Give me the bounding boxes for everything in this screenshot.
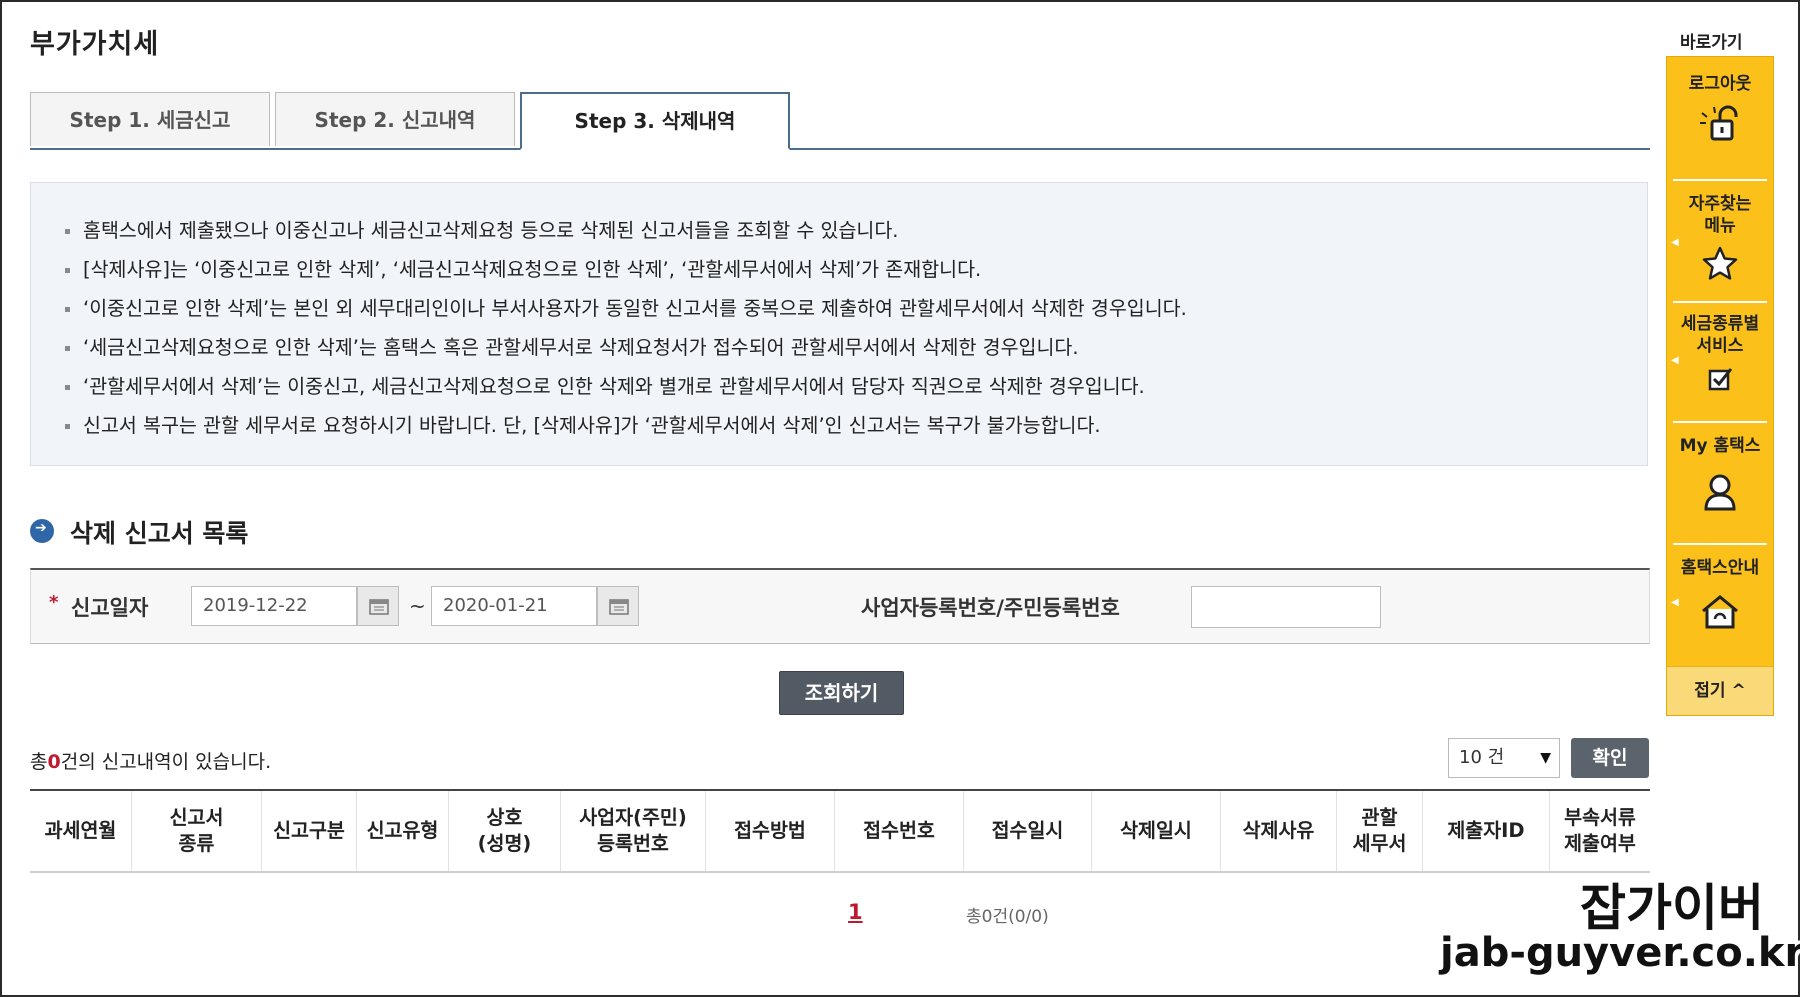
quick-menu-divider [1673, 421, 1767, 423]
col-header: 신고서 종류 [132, 791, 262, 871]
date-from-input[interactable]: 2019-12-22 [191, 586, 357, 626]
search-button[interactable]: 조회하기 [779, 671, 904, 715]
page-link-current[interactable]: 1 [848, 900, 863, 924]
col-header: 접수번호 [835, 791, 964, 871]
tab-step3-active[interactable]: Step 3. 삭제내역 [520, 92, 790, 150]
col-header: 삭제일시 [1092, 791, 1221, 871]
confirm-button[interactable]: 확인 [1571, 738, 1649, 778]
page-size-select[interactable]: 10 건 ▼ [1448, 738, 1560, 778]
quick-menu-divider [1673, 179, 1767, 181]
result-count: 총0건의 신고내역이 있습니다. [30, 747, 271, 774]
page-size-value: 10 건 [1459, 747, 1505, 768]
caret-left-icon: ◀ [1671, 355, 1679, 366]
col-header: 상호 (성명) [449, 791, 561, 871]
quick-menu-favorites[interactable]: 자주찾는 메뉴 [1667, 193, 1773, 281]
pagination-total: 총0건(0/0) [966, 907, 1049, 927]
info-item: ‘세금신고삭제요청으로 인한 삭제’는 홈택스 혹은 관할세무서로 삭제요청서가… [65, 328, 1647, 367]
checkbox-icon [1708, 368, 1733, 391]
col-header: 제출자ID [1423, 791, 1550, 871]
dropdown-arrow-icon: ▼ [1540, 750, 1551, 766]
quick-menu-tax-services[interactable]: 세금종류별 서비스 [1667, 313, 1773, 393]
search-panel: * 신고일자 2019-12-22 ~ 2020-01-21 사업자등록번호/주… [30, 568, 1650, 644]
quick-menu-logout[interactable]: 로그아웃 [1667, 73, 1773, 149]
info-item: ‘이중신고로 인한 삭제’는 본인 외 세무대리인이나 부서사용자가 동일한 신… [65, 289, 1647, 328]
calendar-icon [609, 599, 629, 615]
col-header: 접수일시 [964, 791, 1092, 871]
col-header: 삭제사유 [1221, 791, 1337, 871]
required-mark: * [49, 592, 59, 613]
biz-number-label: 사업자등록번호/주민등록번호 [861, 596, 1120, 620]
step-tabs: Step 1. 세금신고 Step 2. 신고내역 Step 3. 삭제내역 [30, 92, 1650, 150]
info-box: 홈택스에서 제출됐으나 이중신고나 세금신고삭제요청 등으로 삭제된 신고서들을… [30, 182, 1648, 466]
col-header: 관할 세무서 [1337, 791, 1423, 871]
quick-menu-guide[interactable]: 홈택스안내 [1667, 557, 1773, 637]
col-header: 신고유형 [357, 791, 449, 871]
star-icon [1702, 246, 1738, 280]
info-item: [삭제사유]는 ‘이중신고로 인한 삭제’, ‘세금신고삭제요청으로 인한 삭제… [65, 250, 1647, 289]
result-count-number: 0 [47, 751, 61, 773]
calendar-from-button[interactable] [357, 586, 399, 626]
col-header: 접수방법 [706, 791, 835, 871]
col-header: 부속서류 제출여부 [1564, 806, 1636, 855]
table-header: 과세연월 신고서 종류 신고구분 신고유형 상호 (성명) 사업자(주민) 등록번호 … [30, 789, 1650, 873]
quick-menu: 로그아웃 자주찾는 메뉴 ◀ 세금종류별 서비스 ◀ My 홈택스 홈택스안내 … [1666, 56, 1774, 716]
section-title: 삭제 신고서 목록 [70, 519, 249, 548]
caret-left-icon: ◀ [1671, 597, 1679, 608]
col-header: 과세연월 [30, 791, 132, 871]
date-label: 신고일자 [71, 596, 149, 620]
col-header: 신고구분 [262, 791, 357, 871]
user-icon [1704, 474, 1736, 511]
date-separator: ~ [409, 594, 426, 618]
fold-quick-menu-button[interactable]: 접기 ^ [1667, 666, 1773, 715]
home-icon [1702, 595, 1738, 629]
info-item: ‘관할세무서에서 삭제’는 이중신고, 세금신고삭제요청으로 인한 삭제와 별개… [65, 367, 1647, 406]
result-suffix: 건의 신고내역이 있습니다. [60, 751, 272, 773]
quick-menu-divider [1673, 301, 1767, 303]
info-item: 신고서 복구는 관할 세무서로 요청하시기 바랍니다. 단, [삭제사유]가 ‘… [65, 406, 1647, 445]
page-title: 부가가치세 [30, 29, 160, 60]
quick-menu-divider [1673, 543, 1767, 545]
calendar-to-button[interactable] [597, 586, 639, 626]
result-prefix: 총 [30, 751, 48, 773]
quick-menu-my-hometax[interactable]: My 홈택스 [1667, 435, 1773, 513]
calendar-icon [369, 599, 389, 615]
arrow-circle-icon [30, 519, 54, 543]
date-to-input[interactable]: 2020-01-21 [431, 586, 597, 626]
info-item: 홈택스에서 제출됐으나 이중신고나 세금신고삭제요청 등으로 삭제된 신고서들을… [65, 211, 1647, 250]
col-header: 사업자(주민) 등록번호 [561, 791, 706, 871]
unlock-icon [1700, 105, 1738, 141]
biz-number-input[interactable] [1191, 586, 1381, 628]
watermark-url: jab-guyver.co.kr [1440, 930, 1800, 976]
tab-step2[interactable]: Step 2. 신고내역 [275, 92, 515, 146]
quick-menu-title: 바로가기 [1680, 33, 1743, 53]
tab-step1[interactable]: Step 1. 세금신고 [30, 92, 270, 146]
caret-left-icon: ◀ [1671, 237, 1679, 248]
